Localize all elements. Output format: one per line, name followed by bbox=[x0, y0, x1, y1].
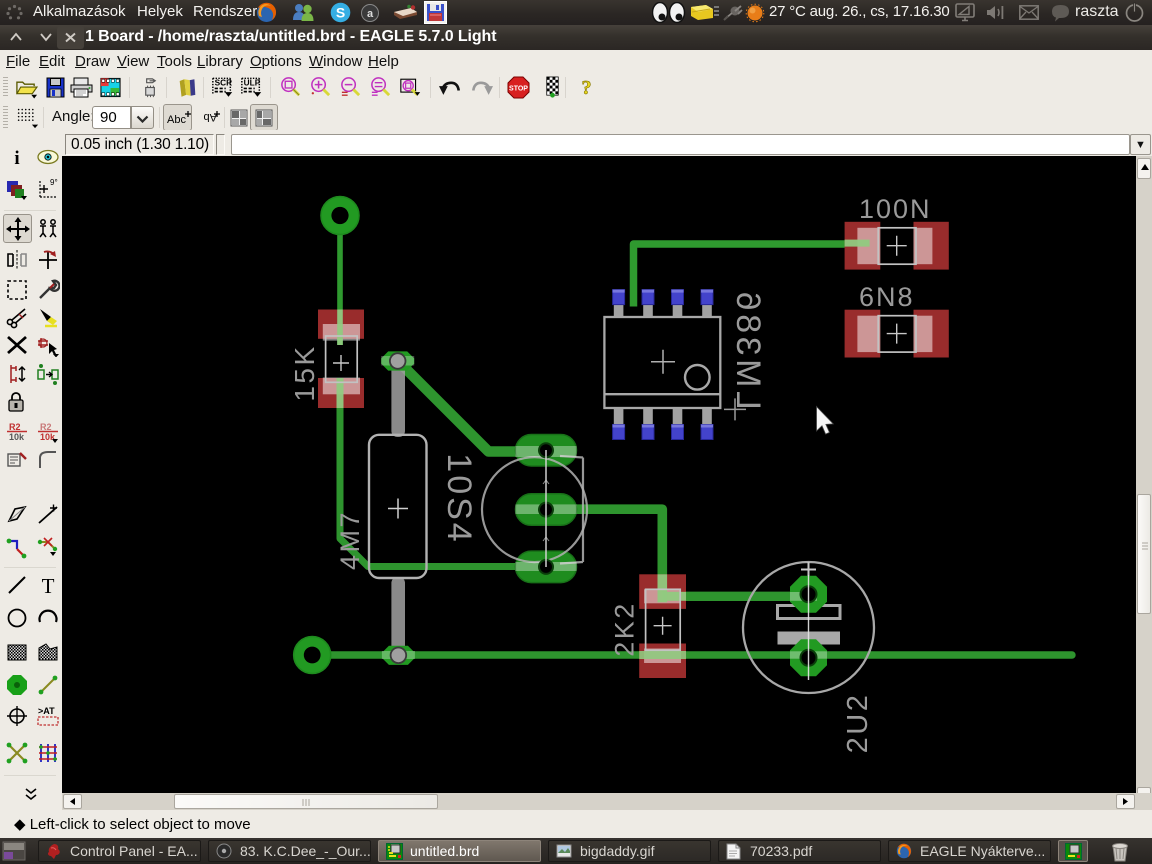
svg-text:Ab: Ab bbox=[204, 111, 217, 123]
svg-text:2U2: 2U2 bbox=[842, 693, 874, 754]
svg-text:Abc: Abc bbox=[167, 114, 186, 126]
svg-text:6N8: 6N8 bbox=[859, 282, 915, 312]
svg-text:>AT: >AT bbox=[38, 706, 55, 716]
svg-text:a: a bbox=[367, 8, 374, 20]
svg-text:LM386: LM386 bbox=[729, 288, 767, 409]
svg-text:10S4: 10S4 bbox=[440, 453, 478, 544]
svg-text:9°: 9° bbox=[50, 178, 58, 187]
svg-text:2K2: 2K2 bbox=[610, 601, 640, 657]
svg-text:?: ? bbox=[581, 77, 591, 99]
svg-text:STOP: STOP bbox=[509, 86, 528, 93]
svg-text:i: i bbox=[14, 148, 19, 169]
svg-text:T: T bbox=[42, 574, 55, 597]
svg-text:R2: R2 bbox=[9, 422, 21, 432]
svg-text:S: S bbox=[336, 5, 345, 21]
svg-text:10k: 10k bbox=[9, 432, 25, 442]
svg-text:ULP: ULP bbox=[244, 79, 261, 88]
svg-text:100N: 100N bbox=[859, 194, 932, 224]
svg-text:4M7: 4M7 bbox=[335, 510, 365, 570]
svg-text:R2: R2 bbox=[40, 422, 52, 432]
svg-text:SCR: SCR bbox=[215, 79, 232, 88]
svg-text:15K: 15K bbox=[289, 344, 320, 401]
